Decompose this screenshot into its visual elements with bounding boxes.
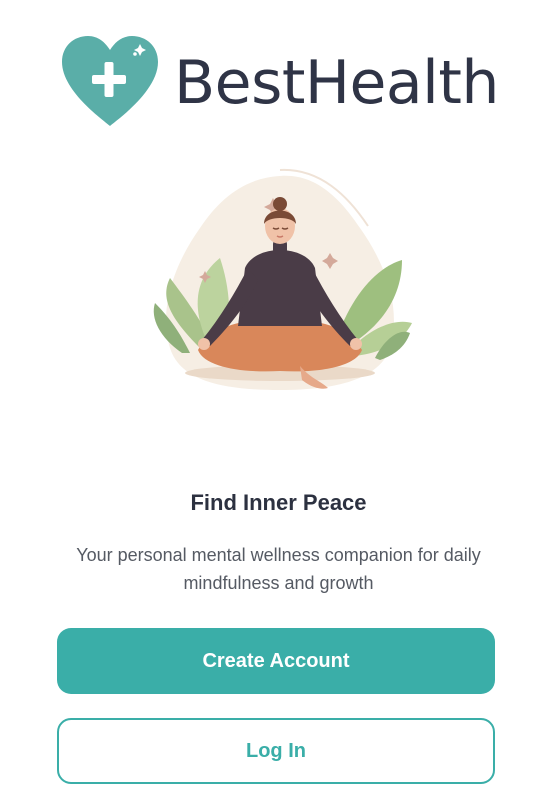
heart-plus-icon xyxy=(62,36,158,126)
create-account-button[interactable]: Create Account xyxy=(57,628,495,694)
page-title: Find Inner Peace xyxy=(190,490,367,515)
login-button[interactable]: Log In xyxy=(57,718,495,784)
brand-logo: BestHealth xyxy=(58,34,499,128)
meditating-woman-illustration xyxy=(153,168,412,390)
page-subtitle: Your personal mental wellness companion … xyxy=(76,545,481,593)
welcome-screen: BestHealth Find Inner Peace Your persona… xyxy=(0,0,557,799)
brand-name: BestHealth xyxy=(174,48,499,118)
